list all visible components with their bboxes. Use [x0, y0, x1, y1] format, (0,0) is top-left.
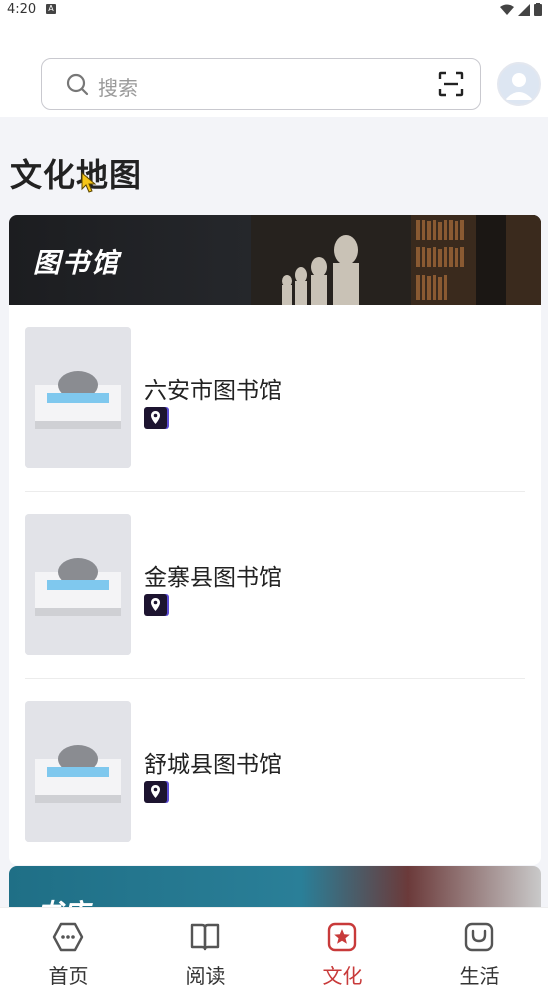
search-placeholder: 搜索	[98, 76, 138, 100]
notification-badge: A	[46, 4, 56, 14]
book-icon	[190, 923, 220, 951]
location-pin-icon[interactable]	[144, 594, 167, 616]
page-title: 文化地图	[10, 156, 143, 194]
culture-star-icon	[327, 922, 357, 952]
battery-icon	[534, 3, 542, 16]
signal-icon	[518, 3, 530, 16]
library-building-image	[25, 327, 131, 468]
header: 搜索	[0, 20, 548, 117]
library-building-image	[25, 701, 131, 842]
library-banner-image	[251, 215, 541, 305]
cursor-icon	[81, 172, 97, 193]
library-banner-title: 图书馆	[33, 248, 120, 279]
library-item[interactable]: 六安市图书馆	[25, 327, 525, 469]
tab-label: 首页	[48, 964, 89, 988]
tab-home[interactable]: 首页	[0, 908, 137, 993]
search-icon	[66, 73, 89, 96]
home-icon	[52, 922, 84, 952]
library-item[interactable]: 金寨县图书馆	[25, 514, 525, 656]
bottom-tab-bar: 首页 阅读 文化 生活	[0, 907, 548, 993]
library-building-image	[25, 514, 131, 655]
tab-label: 文化	[322, 964, 363, 988]
status-time: 4:20	[7, 2, 37, 17]
location-pin-icon[interactable]	[144, 781, 167, 803]
status-bar: 4:20 A	[0, 0, 548, 20]
tab-read[interactable]: 阅读	[137, 908, 274, 993]
library-name: 舒城县图书馆	[144, 752, 282, 778]
library-banner[interactable]: 图书馆	[9, 215, 541, 305]
library-name: 六安市图书馆	[144, 378, 282, 404]
wifi-icon	[500, 4, 514, 15]
divider	[25, 678, 525, 679]
tab-culture[interactable]: 文化	[274, 908, 411, 993]
search-input[interactable]: 搜索	[41, 58, 481, 110]
divider	[25, 491, 525, 492]
tab-label: 阅读	[185, 964, 226, 988]
library-name: 金寨县图书馆	[144, 565, 282, 591]
tab-life[interactable]: 生活	[411, 908, 548, 993]
user-icon	[499, 64, 539, 104]
life-bag-icon	[464, 922, 494, 952]
avatar[interactable]	[497, 62, 541, 106]
scan-icon[interactable]	[438, 71, 464, 97]
status-icons	[500, 3, 542, 16]
tab-label: 生活	[459, 964, 500, 988]
library-item[interactable]: 舒城县图书馆	[25, 701, 525, 843]
location-pin-icon[interactable]	[144, 407, 167, 429]
library-card: 图书馆 六安市图书馆 金寨县图书馆 舒城县图书馆	[9, 215, 541, 865]
